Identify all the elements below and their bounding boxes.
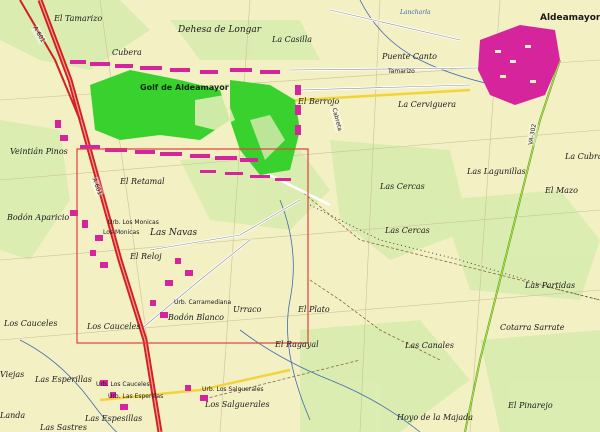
label-la-casilla: La Casilla — [272, 35, 313, 44]
label-los-salguerales: Los Salguerales — [205, 400, 270, 409]
label-las-navas: Las Navas — [150, 228, 198, 238]
label-el-tamarizo: El Tamarizo — [54, 14, 103, 23]
map-canvas — [0, 0, 600, 432]
label-el-ragayal: El Ragayal — [275, 340, 319, 349]
label-golf: Golf de Aldeamayor — [140, 83, 229, 92]
label-tamarizo-small: Tamarizo — [388, 68, 415, 75]
label-las-espesillas: Las Espesillas — [85, 414, 143, 423]
label-bodon-blanco: Bodón Blanco — [168, 313, 224, 322]
label-urraco: Urraco — [233, 305, 262, 314]
label-los-cauceles-1: Los Cauceles — [4, 319, 58, 328]
label-las-esperillas: Las Esperillas — [35, 375, 92, 384]
label-los-monicas: Los Monicas — [103, 229, 140, 236]
label-el-plato: El Plato — [298, 305, 330, 314]
label-veintian-pinos: Veintián Pinos — [10, 147, 68, 156]
label-las-lagunillas: Las Lagunillas — [467, 167, 526, 176]
label-los-cauceles-2: Los Cauceles — [87, 322, 141, 331]
label-las-canales: Las Canales — [405, 341, 454, 350]
label-las-partidas: Las Partidas — [525, 281, 576, 290]
label-urb-los-monicas: Urb. Los Monicas — [108, 219, 159, 226]
label-urb-los-cauceles: Urb. Los Cauceles — [96, 381, 150, 388]
label-bodon-aparicio: Bodón Aparicio — [7, 213, 70, 222]
label-las-cercas-1: Las Cercas — [380, 182, 425, 191]
label-el-mazo: El Mazo — [545, 186, 578, 195]
label-lancharla: Lancharla — [400, 9, 431, 16]
label-landa: Landa — [0, 411, 26, 420]
label-la-cubra: La Cubra — [565, 152, 600, 161]
label-viejas: Viejas — [0, 370, 25, 379]
label-las-sastres: Las Sastres — [40, 423, 87, 432]
label-urb-las-esperillas: Urb. Las Esperillas — [108, 393, 164, 400]
label-hoyo-de-la-majada: Hoyo de la Majada — [397, 413, 474, 422]
label-la-cerviguera: La Cerviguera — [398, 100, 456, 109]
label-urb-los-salguerales: Urb. Los Salguerales — [202, 386, 264, 393]
topographic-map[interactable]: El Tamarizo Cubera Dehesa de Longar La C… — [0, 0, 600, 432]
label-el-reloj: El Reloj — [130, 252, 162, 261]
label-el-retamal: El Retamal — [120, 177, 165, 186]
label-las-cercas-2: Las Cercas — [385, 226, 430, 235]
label-el-pinarejo: El Pinarejo — [508, 401, 553, 410]
label-el-berrojo: El Berrojo — [298, 97, 340, 106]
label-puente-canto: Puente Canto — [382, 52, 437, 61]
label-cotarra-sarrate: Cotarra Sarrate — [500, 323, 565, 332]
label-urb-carramediana: Urb. Carramediana — [174, 299, 232, 306]
label-dehesa-de-longar: Dehesa de Longar — [178, 25, 262, 35]
label-cubera: Cubera — [112, 48, 142, 57]
label-aldeamayor: Aldeamayor — [540, 13, 600, 23]
